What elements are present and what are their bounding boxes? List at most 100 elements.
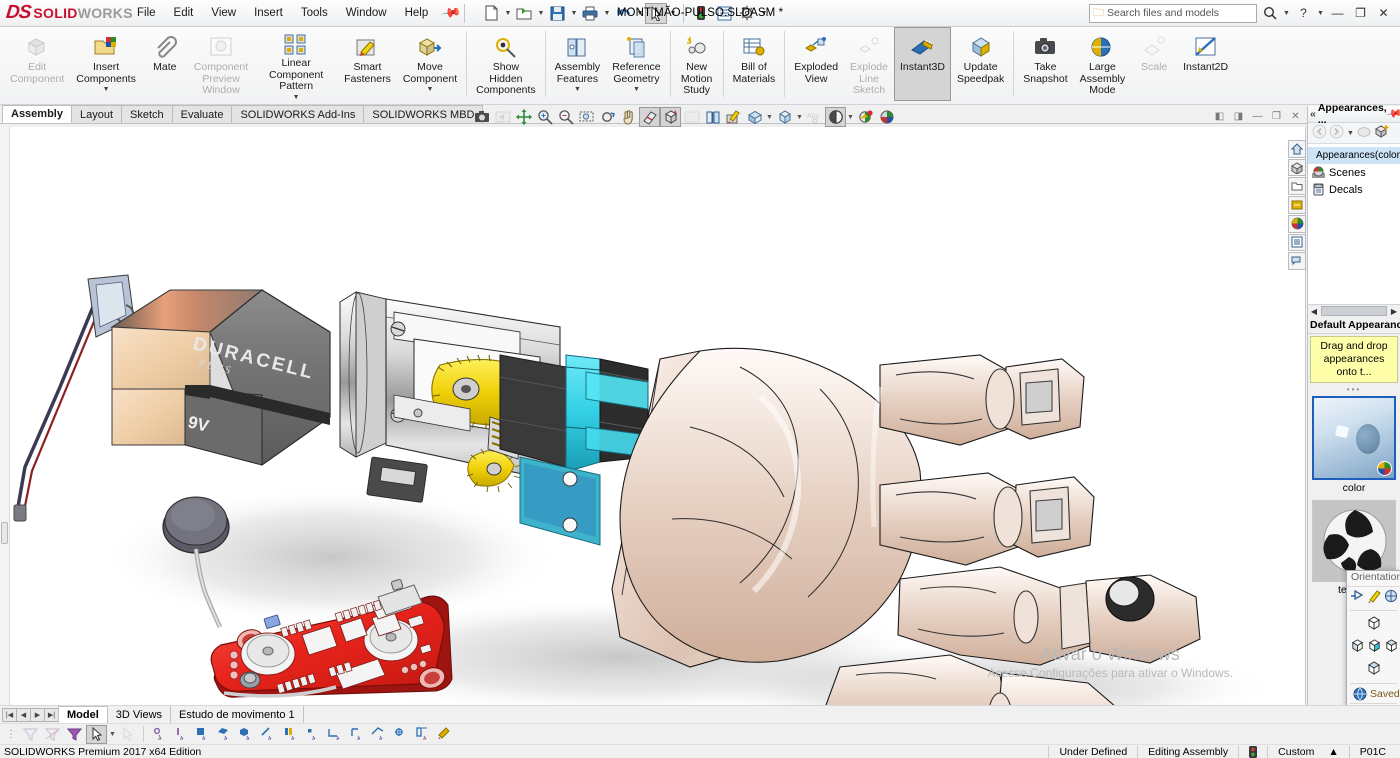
feature-tree-collapsed-rail[interactable] bbox=[0, 127, 10, 705]
viewport-tile-left-button[interactable]: ◧ bbox=[1211, 108, 1228, 124]
zoom-in-out-button[interactable] bbox=[555, 107, 576, 127]
move-component-button[interactable]: Move Component ▼ bbox=[397, 27, 463, 101]
edit-component-button[interactable]: Edit Component bbox=[4, 27, 70, 101]
assembly-features-button[interactable]: Assembly Features ▼ bbox=[549, 27, 607, 101]
display-manager-appearance-icon[interactable] bbox=[1288, 215, 1306, 233]
filter-vertices-button[interactable] bbox=[148, 725, 169, 744]
tree-item-scenes[interactable]: Scenes bbox=[1308, 164, 1400, 181]
perspective-caret-icon[interactable]: ▼ bbox=[846, 114, 855, 121]
units-caret-icon[interactable]: ▲ bbox=[1324, 746, 1348, 758]
save-caret-icon[interactable]: ▼ bbox=[569, 10, 578, 17]
menu-insert[interactable]: Insert bbox=[245, 2, 292, 24]
chevron-down-icon[interactable]: ▼ bbox=[574, 86, 581, 93]
chevron-down-icon[interactable]: ▼ bbox=[633, 86, 640, 93]
select-tool-button[interactable] bbox=[86, 725, 107, 744]
filter-coordinate-button[interactable] bbox=[412, 725, 433, 744]
tab-evaluate[interactable]: Evaluate bbox=[172, 105, 233, 123]
tab-sketch[interactable]: Sketch bbox=[121, 105, 173, 123]
print-button[interactable] bbox=[579, 3, 601, 24]
previous-tab-button[interactable]: ◀ bbox=[16, 708, 31, 722]
pushpin-icon[interactable]: 📌 bbox=[440, 2, 462, 24]
tab-layout[interactable]: Layout bbox=[71, 105, 122, 123]
explode-line-sketch-button[interactable]: Explode Line Sketch bbox=[844, 27, 894, 101]
select-button[interactable] bbox=[645, 3, 667, 24]
next-tab-button[interactable]: ▶ bbox=[30, 708, 45, 722]
viewport-minimize-button[interactable]: — bbox=[1249, 108, 1266, 124]
chevron-down-icon[interactable]: ▼ bbox=[293, 94, 300, 101]
filter-annotations-button[interactable] bbox=[434, 725, 455, 744]
bottom-tab-motion-study[interactable]: Estudo de movimento 1 bbox=[171, 706, 304, 723]
traffic-light-icon[interactable] bbox=[1238, 746, 1267, 758]
gear-icon[interactable] bbox=[736, 3, 758, 24]
view-selector-icon[interactable] bbox=[1384, 589, 1398, 606]
view-orientation-button[interactable] bbox=[702, 107, 723, 127]
bill-of-materials-button[interactable]: Bill of Materials bbox=[727, 27, 782, 101]
tab-assembly[interactable]: Assembly bbox=[2, 105, 72, 123]
filter-clear-button[interactable] bbox=[42, 725, 63, 744]
filter-midpoints-button[interactable] bbox=[280, 725, 301, 744]
graphics-viewport[interactable]: DURACELL PLUS 9V bbox=[0, 127, 1306, 705]
save-button[interactable] bbox=[546, 3, 568, 24]
configuration-manager-icon[interactable] bbox=[1288, 159, 1306, 177]
filter-sketch-segments-button[interactable] bbox=[258, 725, 279, 744]
toolbar-grip[interactable]: ⋮ bbox=[6, 729, 19, 740]
help-button[interactable]: ? bbox=[1293, 3, 1314, 23]
display-manager-folder-icon[interactable] bbox=[1288, 177, 1306, 195]
rebuild-button[interactable] bbox=[690, 3, 712, 24]
zoom-to-selection-button[interactable] bbox=[576, 107, 597, 127]
viewport-tile-right-button[interactable]: ◨ bbox=[1230, 108, 1247, 124]
viewport-restore-button[interactable]: ❐ bbox=[1268, 108, 1285, 124]
dimxpert-manager-icon[interactable] bbox=[1288, 196, 1306, 214]
hide-show-items-button[interactable] bbox=[681, 107, 702, 127]
apply-scene-button[interactable] bbox=[744, 107, 765, 127]
viewport-close-button[interactable]: ✕ bbox=[1287, 108, 1304, 124]
bottom-tab-model[interactable]: Model bbox=[58, 706, 108, 723]
scroll-left-arrow-icon[interactable]: ◀ bbox=[1309, 307, 1319, 316]
view-settings-button[interactable] bbox=[774, 107, 795, 127]
exploded-view-button[interactable]: Exploded View bbox=[788, 27, 844, 101]
take-snapshot-button[interactable]: Take Snapshot bbox=[1017, 27, 1073, 101]
feature-manager-home-icon[interactable] bbox=[1288, 140, 1306, 158]
instant2d-button[interactable]: Instant2D bbox=[1177, 27, 1234, 101]
select-none-button[interactable] bbox=[118, 725, 139, 744]
chevron-down-icon[interactable]: ▼ bbox=[427, 86, 434, 93]
update-speedpak-button[interactable]: Update Speedpak bbox=[951, 27, 1010, 101]
tab-solidworks-mbd[interactable]: SOLIDWORKS MBD bbox=[363, 105, 483, 123]
view-front-button[interactable] bbox=[1367, 638, 1382, 656]
restore-button[interactable]: ❐ bbox=[1350, 3, 1371, 23]
undo-caret-icon[interactable]: ▼ bbox=[635, 10, 644, 17]
smart-fasteners-button[interactable]: Smart Fasteners bbox=[338, 27, 397, 101]
print-caret-icon[interactable]: ▼ bbox=[602, 10, 611, 17]
filter-surface-bodies-button[interactable] bbox=[214, 725, 235, 744]
tree-item-appearances[interactable]: Appearances(color) bbox=[1308, 147, 1400, 164]
forward-button[interactable] bbox=[1329, 124, 1344, 142]
menu-tools[interactable]: Tools bbox=[292, 2, 337, 24]
photoview-button[interactable] bbox=[855, 107, 876, 127]
appearances-tree-scrollbar[interactable]: ◀ ▶ bbox=[1308, 304, 1400, 317]
filter-reference-planes-button[interactable] bbox=[368, 725, 389, 744]
gear-caret-icon[interactable]: ▼ bbox=[759, 10, 768, 17]
new-document-button[interactable] bbox=[480, 3, 502, 24]
appearance-filter-button[interactable] bbox=[1357, 125, 1372, 142]
large-assembly-mode-button[interactable]: Large Assembly Mode bbox=[1074, 27, 1132, 101]
chevron-down-icon[interactable]: ▼ bbox=[103, 86, 110, 93]
feature-tree-expand-handle[interactable] bbox=[1, 522, 8, 544]
menu-help[interactable]: Help bbox=[396, 2, 438, 24]
menu-view[interactable]: View bbox=[202, 2, 245, 24]
pan-hand-icon[interactable] bbox=[618, 107, 639, 127]
render-tools-button[interactable] bbox=[876, 107, 897, 127]
property-manager-icon[interactable] bbox=[1288, 234, 1306, 252]
filter-edges-button[interactable] bbox=[170, 725, 191, 744]
insert-components-button[interactable]: Insert Components ▼ bbox=[70, 27, 142, 101]
filter-off-button[interactable] bbox=[20, 725, 41, 744]
tree-item-decals[interactable]: Decals bbox=[1308, 181, 1400, 198]
open-document-button[interactable] bbox=[513, 3, 535, 24]
first-tab-button[interactable]: |◀ bbox=[2, 708, 17, 722]
close-button[interactable]: ✕ bbox=[1373, 3, 1394, 23]
perspective-button[interactable] bbox=[825, 107, 846, 127]
solidworks-logo[interactable]: DS SOLIDWORKS bbox=[0, 2, 128, 24]
collapse-chevron-icon[interactable]: « bbox=[1310, 108, 1316, 120]
component-preview-window-button[interactable]: Component Preview Window bbox=[188, 27, 254, 101]
new-document-caret-icon[interactable]: ▼ bbox=[503, 10, 512, 17]
paint-view-icon[interactable] bbox=[1367, 589, 1382, 606]
